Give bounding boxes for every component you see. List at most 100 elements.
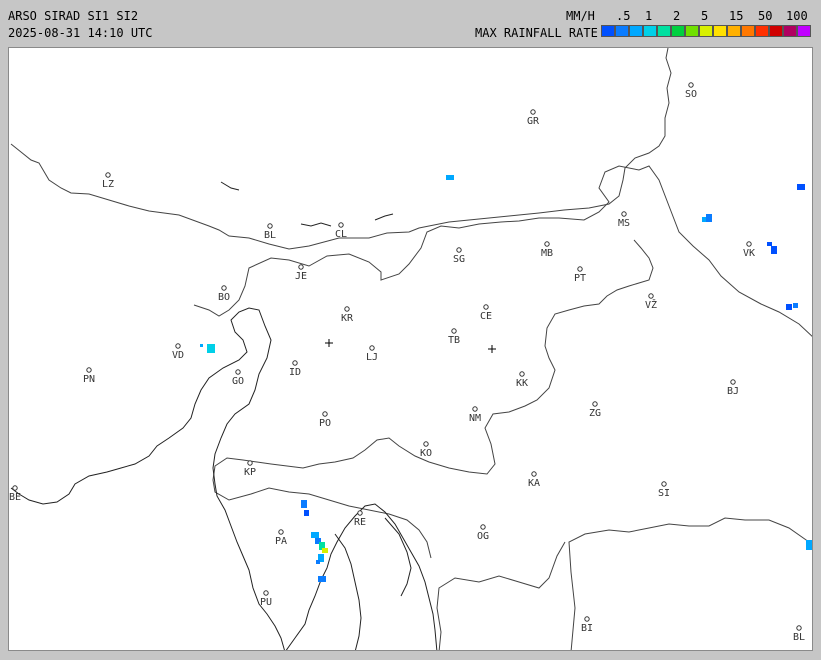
place-dot-icon (338, 222, 344, 228)
place-dot-icon (235, 369, 241, 375)
place-label: VD (172, 350, 184, 361)
place-dot-icon (456, 247, 462, 253)
place-label: MS (618, 218, 630, 229)
place-dot-icon (531, 471, 537, 477)
rain-echo-cell (301, 500, 307, 508)
place-dot-icon (267, 223, 273, 229)
place-label: BI (581, 623, 593, 634)
legend-color-cell (727, 25, 741, 37)
legend-color-cell (797, 25, 811, 37)
place-dot-icon (480, 524, 486, 530)
legend-color-cell (657, 25, 671, 37)
place-markers: SO GR LZ BL CL MS MB VK JE SG PT BO KR CE VŽ TB VD LJ PN GO… (9, 82, 805, 643)
place-label: GO (232, 376, 244, 387)
rain-echo-cell (771, 246, 777, 254)
rain-echo-cell (706, 214, 712, 222)
legend-color-cell (741, 25, 755, 37)
place-label: PN (83, 374, 95, 385)
legend-tick-label: .5 (616, 9, 631, 23)
legend-color-cell (699, 25, 713, 37)
legend-color-cell (671, 25, 685, 37)
map-canvas: SO GR LZ BL CL MS MB VK JE SG PT BO KR CE VŽ TB VD LJ PN GO… (9, 48, 812, 650)
place-label: BJ (727, 386, 739, 397)
place-dot-icon (105, 172, 111, 178)
place-dot-icon (451, 328, 457, 334)
legend-color-cell (629, 25, 643, 37)
place-label: BO (218, 292, 230, 303)
place-dot-icon (423, 441, 429, 447)
legend-color-cell (713, 25, 727, 37)
legend-title: MAX RAINFALL RATE (475, 26, 598, 40)
place-dot-icon (519, 371, 525, 377)
lake-3 (374, 213, 394, 221)
place-dot-icon (544, 241, 550, 247)
legend-color-cell (755, 25, 769, 37)
legend-color-cell (685, 25, 699, 37)
place-label: KP (244, 467, 256, 478)
legend-color-cell (601, 25, 615, 37)
legend-color-cell (643, 25, 657, 37)
rain-echo-cell (446, 175, 454, 180)
place-dot-icon (592, 401, 598, 407)
radar-map[interactable]: SO GR LZ BL CL MS MB VK JE SG PT BO KR CE VŽ TB VD LJ PN GO… (8, 47, 813, 651)
place-dot-icon (472, 406, 478, 412)
place-dot-icon (322, 411, 328, 417)
legend-color-cell (783, 25, 797, 37)
legend-tick-label: 100 (786, 9, 808, 23)
rain-echo-cell (318, 576, 326, 582)
legend-tick-label: 50 (758, 9, 773, 23)
rain-echo-cell (793, 303, 798, 308)
place-dot-icon (344, 306, 350, 312)
place-label: ID (289, 367, 301, 378)
place-label: KO (420, 448, 432, 459)
legend-tick-label: 5 (701, 9, 709, 23)
place-label: GR (527, 116, 540, 127)
place-label: KA (528, 478, 540, 489)
radar-site-markers (325, 339, 496, 353)
place-dot-icon (175, 343, 181, 349)
place-dot-icon (730, 379, 736, 385)
place-dot-icon (221, 285, 227, 291)
place-dot-icon (648, 293, 654, 299)
place-dot-icon (661, 481, 667, 487)
place-label: NM (469, 413, 481, 424)
coastline (10, 307, 285, 650)
island-cres (334, 533, 362, 650)
lake-1 (220, 181, 240, 191)
radar-echoes (200, 175, 812, 582)
place-dot-icon (577, 266, 583, 272)
rain-echo-cell (304, 510, 309, 516)
place-dot-icon (357, 510, 363, 516)
place-dot-icon (86, 367, 92, 373)
rain-echo-cell (786, 304, 792, 310)
place-label: SG (453, 254, 465, 265)
place-label: PO (319, 418, 331, 429)
rain-echo-cell (311, 532, 319, 538)
rain-echo-cell (207, 344, 215, 353)
lake-2 (300, 222, 332, 227)
legend-tick-label: 2 (673, 9, 681, 23)
place-dot-icon (530, 109, 536, 115)
place-label: BL (264, 230, 276, 241)
place-label: CL (335, 229, 347, 240)
place-label: JE (295, 271, 307, 282)
place-dot-icon (688, 82, 694, 88)
place-label: RE (354, 517, 366, 528)
border-si-hr (212, 239, 654, 559)
place-dot-icon (483, 304, 489, 310)
rain-echo-cell (806, 540, 812, 550)
timestamp: 2025-08-31 14:10 UTC (8, 26, 153, 40)
rain-echo-cell (322, 548, 328, 553)
legend-color-cell (615, 25, 629, 37)
place-label: BL (793, 632, 805, 643)
rain-echo-cell (797, 184, 805, 190)
border-croatia-south (568, 517, 810, 650)
place-dot-icon (621, 211, 627, 217)
place-label: VŽ (645, 298, 657, 311)
place-label: PT (574, 273, 586, 284)
place-label: BE (9, 492, 21, 503)
place-dot-icon (12, 485, 18, 491)
place-label: TB (448, 335, 460, 346)
place-label: LJ (366, 352, 378, 363)
radar-window: ARSO SIRAD SI1 SI2 2025-08-31 14:10 UTC … (0, 0, 821, 660)
